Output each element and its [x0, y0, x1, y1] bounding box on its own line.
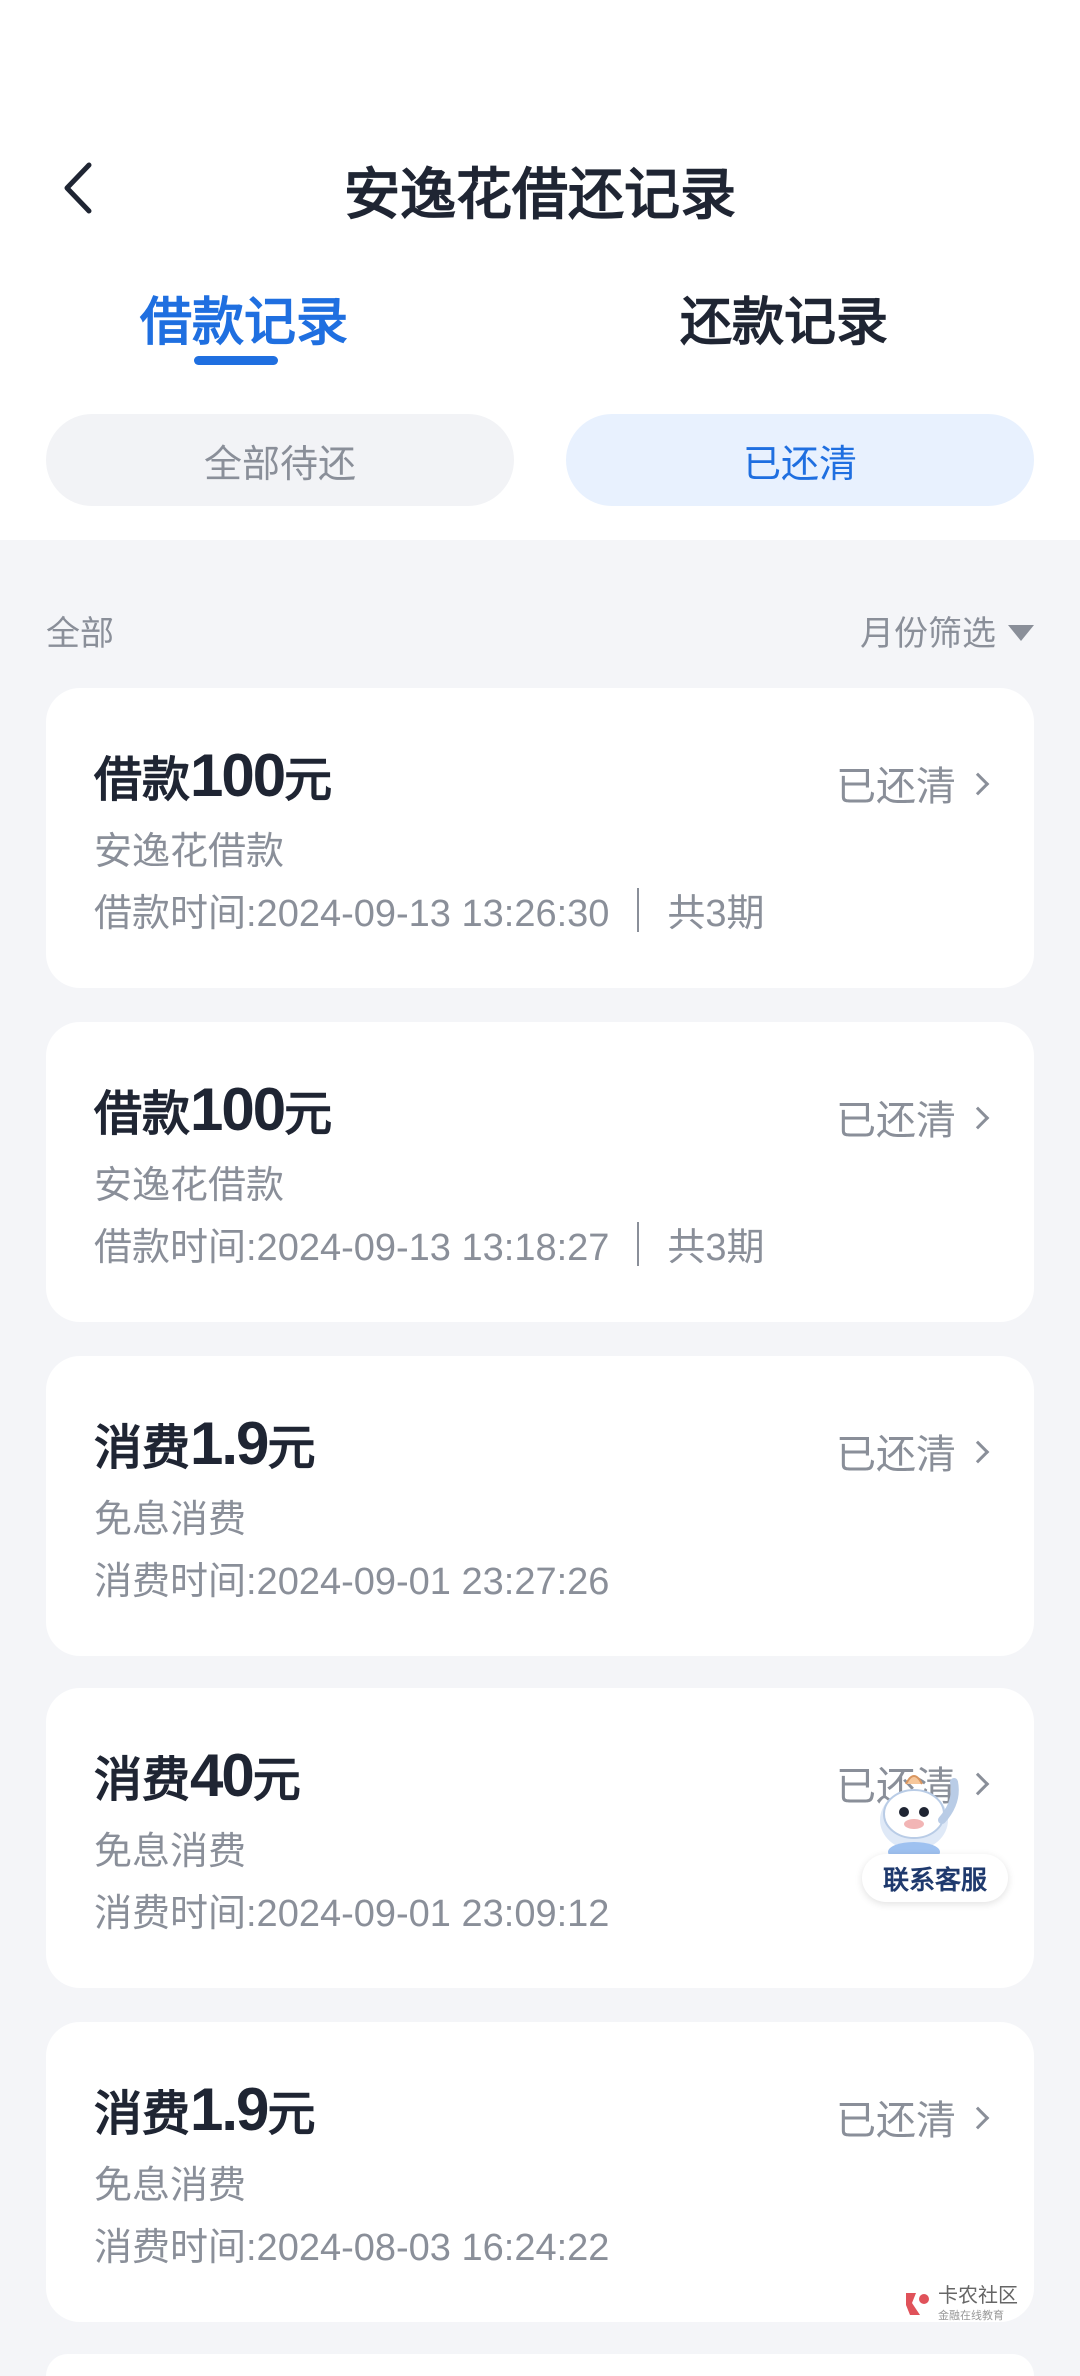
- status-label: 已还清: [836, 765, 956, 809]
- record-unit: 元: [267, 2088, 316, 2141]
- record-card[interactable]: 借款 100 元 已还清 安逸花借款 借款时间:2024-09-13 13:26…: [46, 688, 1034, 988]
- record-product: 免息消费: [94, 1499, 247, 1541]
- record-status: 已还清: [836, 1422, 990, 1480]
- status-label: 已还清: [836, 1433, 956, 1477]
- month-filter[interactable]: 月份筛选: [860, 606, 1034, 655]
- record-card[interactable]: 消费 1.9 元 已还清 免息消费 消费时间:2024-09-01 23:27:…: [46, 1356, 1034, 1656]
- record-unit: 元: [284, 754, 333, 807]
- status-label: 已还清: [836, 2099, 956, 2143]
- record-card[interactable]: 消费 1.9 元 已还清 免息消费 消费时间:2024-08-03 16:24:…: [46, 2022, 1034, 2322]
- record-meta: 消费时间:2024-09-01 23:27:26: [94, 1550, 609, 1605]
- record-unit: 元: [284, 1088, 333, 1141]
- tab-repayment-records[interactable]: 还款记录: [680, 280, 888, 355]
- record-amount: 40: [190, 1742, 255, 1809]
- record-status: 已还清: [836, 754, 990, 812]
- record-unit: 元: [267, 1422, 316, 1475]
- record-title: 消费 40 元: [94, 1740, 301, 1810]
- record-amount: 1.9: [190, 2076, 269, 2143]
- filter-paid-off[interactable]: 已还清: [566, 414, 1034, 506]
- customer-service-label: 联系客服: [862, 1854, 1008, 1902]
- divider: [637, 1221, 640, 1266]
- record-meta: 借款时间:2024-09-13 13:26:30 共3期: [94, 882, 765, 937]
- record-type: 消费: [94, 1422, 191, 1475]
- caret-down-icon: [1008, 624, 1034, 641]
- record-product: 免息消费: [94, 2165, 247, 2207]
- record-status: 已还清: [836, 1088, 990, 1146]
- record-status: 已还清: [836, 2088, 990, 2146]
- record-title: 借款 100 元: [94, 740, 332, 810]
- page-title: 安逸花借还记录: [344, 163, 736, 226]
- record-product: 安逸花借款: [94, 1165, 285, 1207]
- record-time: 借款时间:2024-09-13 13:26:30: [94, 893, 610, 935]
- record-product: 免息消费: [94, 1831, 247, 1873]
- record-meta: 消费时间:2024-09-01 23:09:12: [94, 1882, 609, 1937]
- record-title: 消费 1.9 元: [94, 1408, 315, 1478]
- list-header: 全部 月份筛选: [46, 606, 1034, 655]
- status-label: 已还清: [836, 1099, 956, 1143]
- record-product: 安逸花借款: [94, 831, 285, 873]
- record-type: 借款: [94, 754, 191, 807]
- record-type: 消费: [94, 2088, 191, 2141]
- watermark-subtext: 金融在线教育: [938, 2310, 1004, 2322]
- record-time: 借款时间:2024-09-13 13:18:27: [94, 1227, 610, 1269]
- chevron-right-icon: [966, 772, 990, 796]
- logo-icon: [906, 2293, 929, 2315]
- chevron-right-icon: [966, 1106, 990, 1130]
- record-amount: 1.9: [190, 1410, 269, 1477]
- record-card[interactable]: 借款 100 元 已还清 安逸花借款 借款时间:2024-09-13 13:18…: [46, 1022, 1034, 1322]
- record-time: 消费时间:2024-09-01 23:09:12: [94, 1893, 610, 1935]
- watermark-text: 卡农社区: [938, 2285, 1018, 2307]
- filter-pending[interactable]: 全部待还: [46, 414, 514, 506]
- watermark-logo: 卡农社区 金融在线教育: [902, 2284, 1022, 2324]
- list-scope-label: 全部: [46, 615, 114, 653]
- active-tab-indicator: [194, 356, 278, 365]
- customer-service-button[interactable]: 联系客服: [862, 1762, 1008, 1902]
- month-filter-label: 月份筛选: [860, 615, 996, 653]
- record-amount: 100: [190, 742, 286, 809]
- record-title: 消费 1.9 元: [94, 2074, 315, 2144]
- record-card-partial[interactable]: [46, 2354, 1034, 2376]
- record-type: 借款: [94, 1088, 191, 1141]
- header-area: 安逸花借还记录 借款记录 还款记录 全部待还 已还清: [0, 0, 1080, 540]
- record-time: 消费时间:2024-09-01 23:27:26: [94, 1561, 610, 1603]
- divider: [637, 887, 640, 932]
- record-installments: 共3期: [667, 893, 765, 935]
- record-type: 消费: [94, 1754, 191, 1807]
- record-meta: 消费时间:2024-08-03 16:24:22: [94, 2216, 609, 2271]
- record-time: 消费时间:2024-08-03 16:24:22: [94, 2227, 610, 2269]
- record-meta: 借款时间:2024-09-13 13:18:27 共3期: [94, 1216, 765, 1271]
- record-title: 借款 100 元: [94, 1074, 332, 1144]
- chevron-right-icon: [966, 2106, 990, 2130]
- chevron-right-icon: [966, 1440, 990, 1464]
- record-amount: 100: [190, 1076, 286, 1143]
- record-unit: 元: [252, 1754, 301, 1807]
- mascot-icon: [880, 1775, 959, 1862]
- record-installments: 共3期: [667, 1227, 765, 1269]
- tab-loan-records[interactable]: 借款记录: [140, 280, 348, 355]
